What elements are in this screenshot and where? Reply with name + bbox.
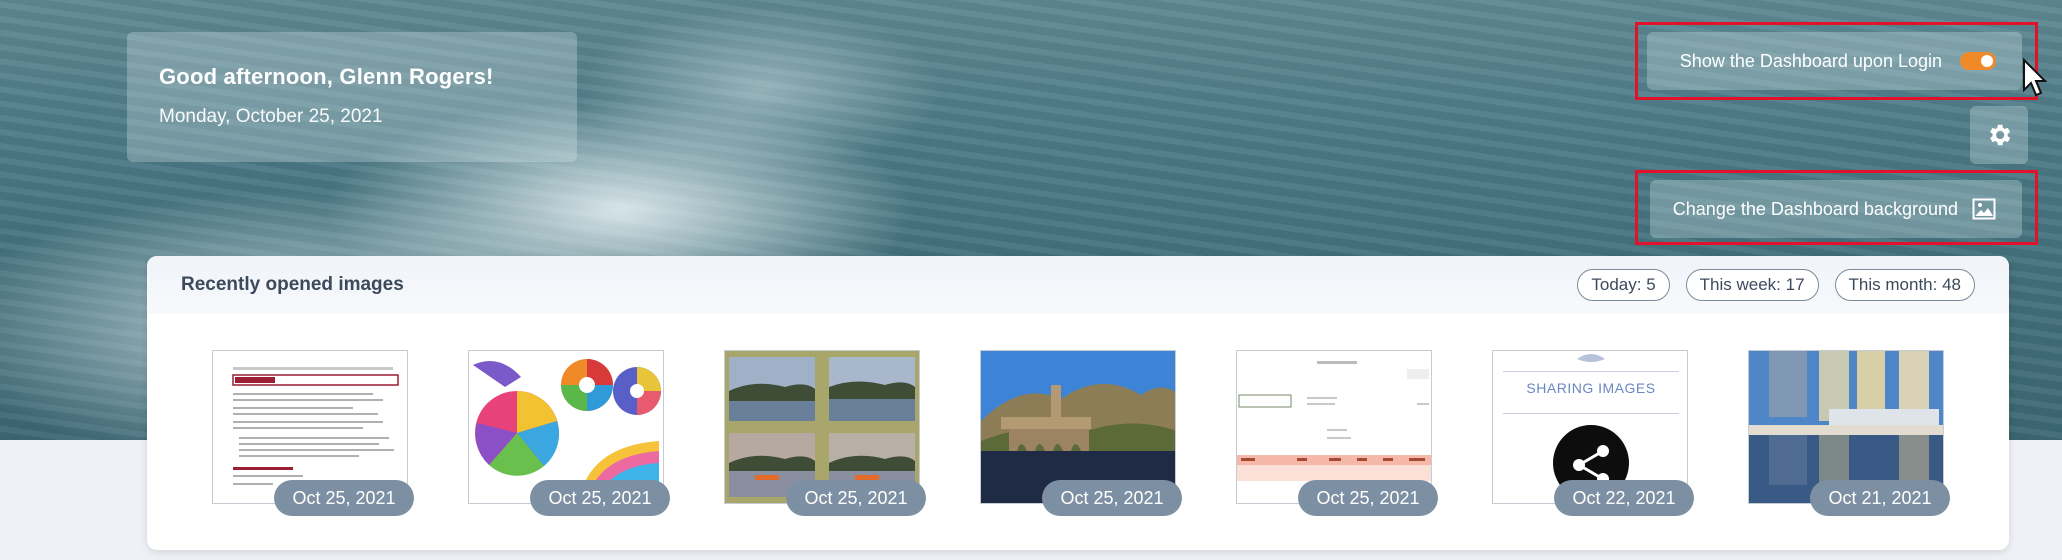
- show-dashboard-on-login-toggle[interactable]: Show the Dashboard upon Login: [1647, 32, 2022, 90]
- thumbnail-date-badge: Oct 25, 2021: [1042, 480, 1182, 516]
- thumbnail-date-badge: Oct 25, 2021: [530, 480, 670, 516]
- settings-button[interactable]: [1970, 106, 2028, 164]
- greeting-card: Good afternoon, Glenn Rogers! Monday, Oc…: [127, 32, 577, 162]
- toggle-switch[interactable]: [1960, 52, 1996, 70]
- thumbnail-date-badge: Oct 21, 2021: [1810, 480, 1950, 516]
- gear-icon: [1990, 124, 2011, 146]
- mouse-cursor-icon: [2023, 58, 2048, 97]
- thumbnail-date-badge: Oct 22, 2021: [1554, 480, 1694, 516]
- stat-this-month[interactable]: This month: 48: [1834, 269, 1975, 301]
- change-background-label: Change the Dashboard background: [1672, 198, 1958, 219]
- greeting-date: Monday, October 25, 2021: [159, 106, 383, 127]
- thumbnail-date-badge: Oct 25, 2021: [274, 480, 414, 516]
- thumbnail-date-badge: Oct 25, 2021: [1298, 480, 1438, 516]
- image-icon: [1972, 198, 1996, 220]
- panel-header: Recently opened images Today: 5 This wee…: [147, 256, 2009, 314]
- toggle-knob: [1981, 55, 1993, 67]
- show-dashboard-on-login-label: Show the Dashboard upon Login: [1679, 50, 1942, 71]
- greeting-title: Good afternoon, Glenn Rogers!: [159, 64, 494, 89]
- panel-title: Recently opened images: [181, 274, 404, 295]
- stat-this-week[interactable]: This week: 17: [1685, 269, 1819, 301]
- sharing-images-thumb-text: SHARING IMAGES: [1526, 380, 1655, 396]
- thumbnail-date-badge: Oct 25, 2021: [786, 480, 926, 516]
- change-background-button[interactable]: Change the Dashboard background: [1650, 180, 2022, 238]
- stat-today[interactable]: Today: 5: [1577, 269, 1670, 301]
